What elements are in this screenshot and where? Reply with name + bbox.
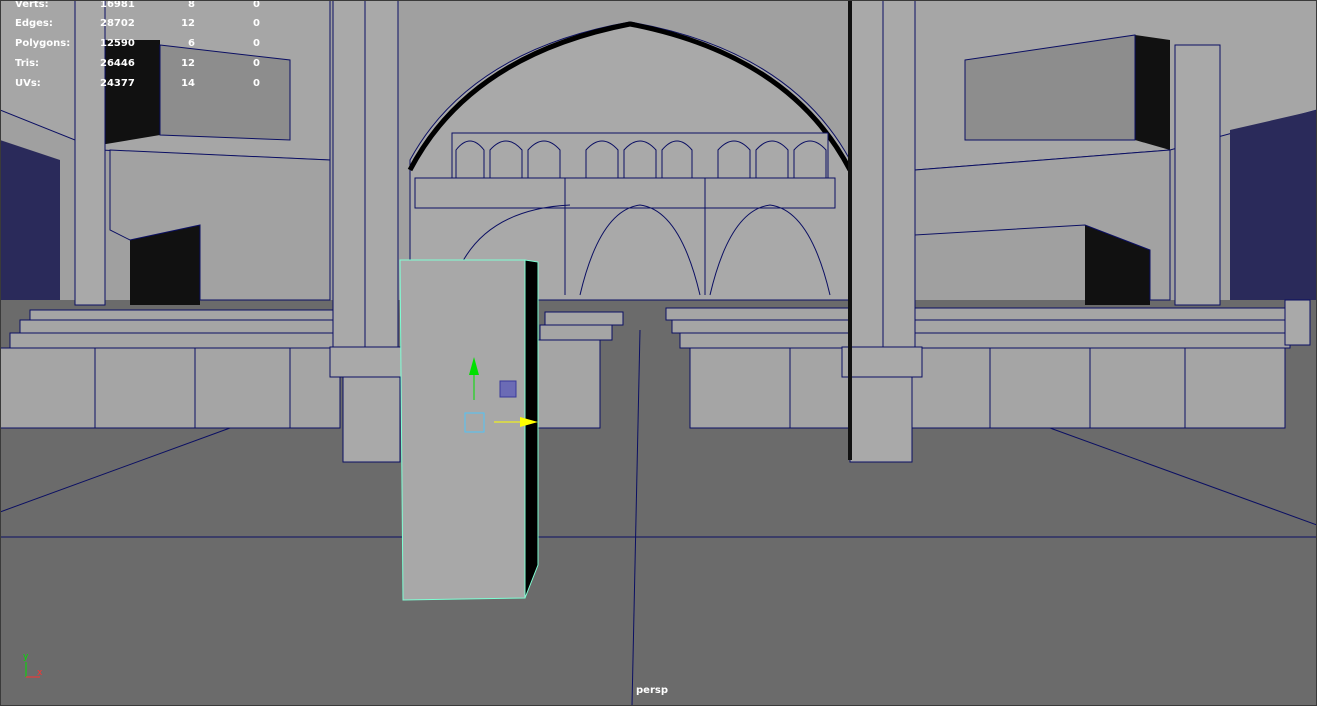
hud-extra: 0: [253, 38, 260, 49]
side-left-dark: [0, 140, 60, 300]
balcony: [451, 132, 829, 179]
hud-extra: 0: [253, 0, 260, 10]
hud-selected: 12: [181, 18, 195, 29]
column-far-right: [1174, 44, 1221, 306]
xy-plane-handle[interactable]: [499, 380, 517, 398]
hud-row-tris: Tris: 26446 12 0: [0, 58, 270, 72]
hud-label: UVs:: [15, 78, 41, 89]
side-right-dark: [1230, 110, 1317, 300]
hud-selected: 8: [188, 0, 195, 10]
hud-extra: 0: [253, 78, 260, 89]
hud-row-verts: Verts: 16981 8 0: [0, 0, 270, 13]
hud-label: Verts:: [15, 0, 49, 10]
hud-label: Polygons:: [15, 38, 71, 49]
column-left: [329, 0, 403, 463]
balcony-rail: [414, 177, 836, 209]
hud-extra: 0: [253, 58, 260, 69]
column-right: [841, 0, 923, 463]
hud-total: 12590: [100, 38, 135, 49]
hud-label: Tris:: [15, 58, 40, 69]
scene-render[interactable]: [0, 0, 1317, 706]
view-axis-widget: y x: [15, 650, 55, 690]
hud-total: 16981: [100, 0, 135, 10]
axis-gizmo-icon: [25, 662, 40, 678]
hud-selected: 12: [181, 58, 195, 69]
hud-selected: 14: [181, 78, 195, 89]
poly-count-hud: Verts: 16981 8 0 Edges: 28702 12 0 Polyg…: [0, 0, 270, 95]
selected-object[interactable]: [399, 259, 539, 601]
hud-total: 26446: [100, 58, 135, 69]
hud-total: 28702: [100, 18, 135, 29]
hud-row-polygons: Polygons: 12590 6 0: [0, 38, 270, 52]
pews-left: [0, 309, 341, 429]
column-edge-right: [1284, 299, 1311, 346]
hud-label: Edges:: [15, 18, 53, 29]
pews-right: [665, 307, 1297, 429]
hud-selected: 6: [188, 38, 195, 49]
camera-label: persp: [636, 685, 668, 696]
hud-extra: 0: [253, 18, 260, 29]
3d-viewport[interactable]: Verts: 16981 8 0 Edges: 28702 12 0 Polyg…: [0, 0, 1317, 706]
floor-plane: [0, 430, 1317, 706]
hud-row-edges: Edges: 28702 12 0: [0, 18, 270, 32]
hud-total: 24377: [100, 78, 135, 89]
axis-x-label: x: [37, 668, 43, 678]
axis-y-label: y: [23, 652, 29, 662]
hud-row-uvs: UVs: 24377 14 0: [0, 78, 270, 92]
pews-center-left: [534, 311, 624, 429]
recess-right-top: [1135, 35, 1170, 150]
